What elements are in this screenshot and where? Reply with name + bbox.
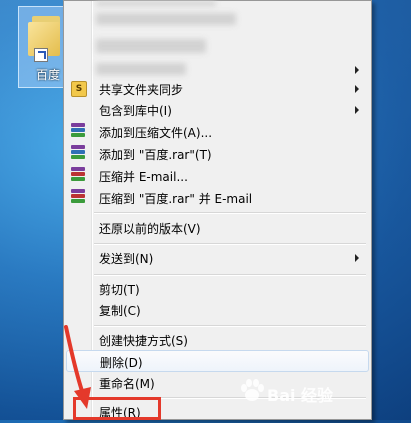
menu-item-delete[interactable]: 删除(D) <box>66 350 369 372</box>
menu-item-compress-email[interactable]: 压缩并 E-mail... <box>66 165 369 187</box>
highlight-box <box>73 397 161 420</box>
context-menu: S 共享文件夹同步 包含到库中(I) 添加到压缩文件(A)... 添加到 "百度… <box>63 0 372 420</box>
menu-item-cut[interactable]: 剪切(T) <box>66 278 369 300</box>
menu-item-include-library[interactable]: 包含到库中(I) <box>66 99 369 121</box>
winrar-icon <box>71 123 85 140</box>
submenu-arrow-icon <box>355 85 359 93</box>
menu-item-label: 共享文件夹同步 <box>99 83 184 97</box>
wallpaper-glow-right <box>369 0 411 420</box>
menu-item-label: 删除(D) <box>100 356 143 370</box>
watermark-text: Bai 经验 <box>267 386 334 405</box>
menu-item-create-shortcut[interactable]: 创建快捷方式(S) <box>66 329 369 351</box>
menu-item-label: 添加到压缩文件(A)... <box>99 126 213 140</box>
menu-separator <box>94 212 366 214</box>
menu-item-label: 发送到(N) <box>99 252 154 266</box>
menu-item-label: 创建快捷方式(S) <box>99 334 188 348</box>
submenu-arrow-icon <box>355 66 359 74</box>
menu-item-label: 包含到库中(I) <box>99 104 172 118</box>
blurred-menu-item <box>96 13 236 25</box>
submenu-arrow-icon <box>355 106 359 114</box>
blurred-menu-item <box>96 39 206 53</box>
menu-item-label: 压缩并 E-mail... <box>99 170 188 184</box>
baidu-jingyan-watermark: Bai 经验 <box>233 372 403 412</box>
menu-item-label: 重命名(M) <box>99 377 155 391</box>
menu-item-label: 压缩到 "百度.rar" 并 E-mail <box>99 192 253 206</box>
shortcut-arrow-icon <box>34 48 48 62</box>
desktop-folder-shortcut[interactable]: 百度 <box>18 6 68 88</box>
blurred-menu-item <box>96 1 216 6</box>
winrar-icon <box>71 189 85 206</box>
menu-item-compress-rar-email[interactable]: 压缩到 "百度.rar" 并 E-mail <box>66 187 369 209</box>
menu-item-label: 还原以前的版本(V) <box>99 222 201 236</box>
menu-item-label: 添加到 "百度.rar"(T) <box>99 148 212 162</box>
menu-separator <box>94 243 366 245</box>
menu-separator <box>94 274 366 276</box>
menu-item-restore-versions[interactable]: 还原以前的版本(V) <box>66 217 369 239</box>
baidu-paw-icon <box>241 379 264 401</box>
menu-item-share-sync[interactable]: S 共享文件夹同步 <box>66 78 369 100</box>
menu-item-add-archive[interactable]: 添加到压缩文件(A)... <box>66 121 369 143</box>
winrar-icon <box>71 167 85 184</box>
winrar-icon <box>71 145 85 162</box>
menu-item-label: 复制(C) <box>99 304 141 318</box>
menu-item-label: 剪切(T) <box>99 283 140 297</box>
menu-item-send-to[interactable]: 发送到(N) <box>66 247 369 269</box>
menu-item-add-to-rar[interactable]: 添加到 "百度.rar"(T) <box>66 143 369 165</box>
submenu-arrow-icon <box>355 254 359 262</box>
share-sync-icon: S <box>71 81 87 97</box>
desktop-icon-label: 百度 <box>36 68 61 82</box>
menu-item-copy[interactable]: 复制(C) <box>66 299 369 321</box>
menu-separator <box>94 325 366 327</box>
